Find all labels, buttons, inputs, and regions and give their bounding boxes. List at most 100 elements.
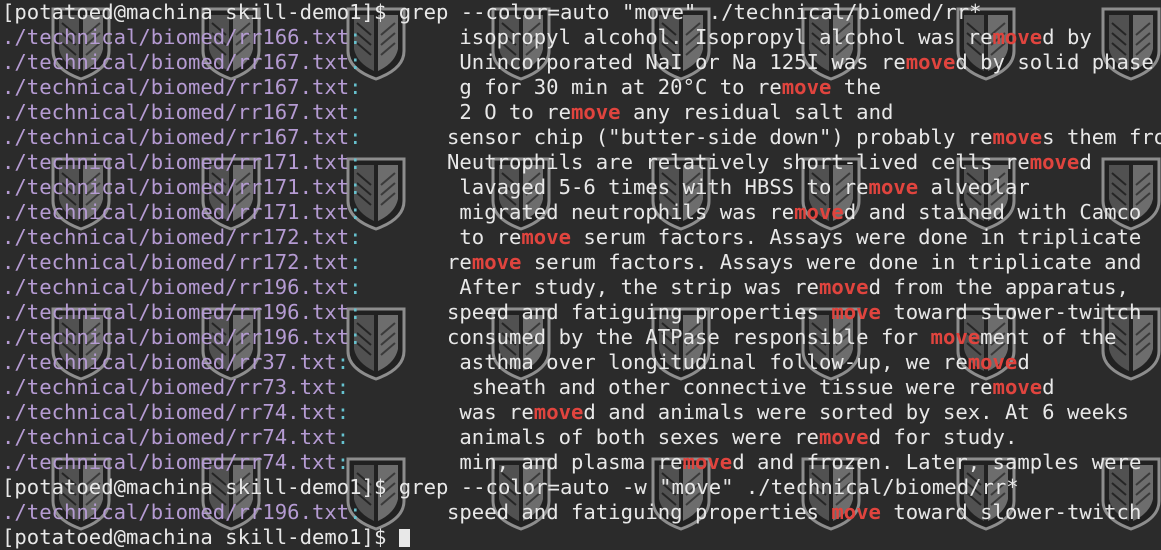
match-highlight: move [781,75,832,99]
result-filename: ./technical/biomed/rr167.txt [2,100,350,124]
grep-result-line: ./technical/biomed/rr73.txt: sheath and o… [2,375,1055,400]
result-text: was removed and animals were sorted by s… [459,400,1129,425]
result-text: Neutrophils are relatively short-lived c… [447,150,1092,175]
text-after-match: d and stained with Camco [843,200,1142,224]
result-filename: ./technical/biomed/rr166.txt [2,25,350,49]
match-highlight: move [868,175,919,199]
result-text: to remove serum factors. Assays were don… [459,225,1141,250]
grep-result-line: ./technical/biomed/rr196.txt: consumed by… [2,325,1117,350]
result-separator: : [349,75,362,99]
match-highlight: move [992,25,1043,49]
command-line: [potatoed@machina skill-demo1]$ grep --c… [2,0,982,25]
text-after-match: d and animals were sorted by sex. At 6 w… [583,400,1129,424]
result-filename: ./technical/biomed/rr73.txt [2,375,337,399]
result-text: min, and plasma removed and frozen. Late… [459,450,1141,475]
result-filename: ./technical/biomed/rr196.txt [2,300,350,324]
text-before-match: lavaged 5-6 times with HBSS to re [459,175,869,199]
text-before-match: After study, the strip was re [459,275,819,299]
text-after-match: serum factors. Assays were done in tripl… [571,225,1142,249]
result-text: sheath and other connective tissue were … [472,375,1055,400]
grep-result-line: ./technical/biomed/rr167.txt: Unincorpora… [2,50,1154,75]
text-before-match: to re [459,225,522,249]
result-separator: : [349,300,362,324]
result-text: After study, the strip was removed from … [459,275,1129,300]
grep-result-line: ./technical/biomed/rr196.txt: speed and f… [2,500,1141,525]
result-filename: ./technical/biomed/rr171.txt [2,150,350,174]
text-before-match: was re [459,400,534,424]
shell-prompt: [potatoed@machina skill-demo1]$ [2,525,399,549]
result-text: g for 30 min at 20°C to remove the [459,75,881,100]
text-after-match: d from the apparatus, [868,275,1129,299]
result-text: speed and fatiguing properties move towa… [447,300,1141,325]
match-highlight: move [1029,150,1080,174]
text-before-match: sensor chip ("butter-side down") probabl… [447,125,993,149]
result-filename: ./technical/biomed/rr167.txt [2,50,350,74]
text-before-match: asthma over longitudinal follow-up, we r… [459,350,968,374]
result-separator: : [349,250,362,274]
prompt-line: [potatoed@machina skill-demo1]$ [2,525,410,550]
text-before-match: 2 O to re [459,100,571,124]
grep-result-line: ./technical/biomed/rr172.txt: to remove s… [2,225,1141,250]
text-after-match: the [831,75,881,99]
text-before-match: min, and plasma re [459,450,683,474]
text-before-match: animals of both sexes were re [459,425,819,449]
grep-result-line: ./technical/biomed/rr171.txt: lavaged 5-6… [2,175,1030,200]
match-highlight: move [831,500,881,524]
match-highlight: move [905,50,956,74]
text-after-match: toward slower-twitch [880,500,1142,524]
result-separator: : [349,200,362,224]
result-separator: : [349,275,362,299]
match-highlight: move [682,450,733,474]
text-before-match: isopropyl alcohol. Isopropyl alcohol was… [459,25,993,49]
match-highlight: move [930,325,981,349]
text-before-match: Neutrophils are relatively short-lived c… [447,150,1030,174]
result-filename: ./technical/biomed/rr172.txt [2,225,350,249]
result-separator: : [349,225,362,249]
result-text: 2 O to remove any residual salt and [459,100,893,125]
text-before-match: migrated neutrophils was re [459,200,795,224]
result-text: speed and fatiguing properties move towa… [447,500,1141,525]
match-highlight: move [818,275,869,299]
grep-result-line: ./technical/biomed/rr167.txt: 2 O to remo… [2,100,893,125]
text-after-match: serum factors. Assays were done in tripl… [521,250,1142,274]
text-before-match: consumed by the ATPase responsible for [447,325,931,349]
text-before-match: speed and fatiguing properties [447,500,832,524]
result-separator: : [336,425,350,449]
match-highlight: move [471,250,522,274]
text-after-match: d for study. [868,425,1018,449]
match-highlight: move [967,350,1018,374]
terminal-window[interactable]: [potatoed@machina skill-demo1]$ grep --c… [0,0,1161,549]
grep-result-line: ./technical/biomed/rr167.txt: sensor chip… [2,125,1161,150]
text-before-match: Unincorporated NaI or Na 125I was re [459,50,906,74]
result-filename: ./technical/biomed/rr172.txt [2,250,350,274]
result-separator: : [349,150,362,174]
text-after-match: d and frozen. Later, samples were [732,450,1142,474]
grep-result-line: ./technical/biomed/rr196.txt: speed and f… [2,300,1141,325]
result-separator: : [349,325,362,349]
result-filename: ./technical/biomed/rr196.txt [2,325,350,349]
grep-result-line: ./technical/biomed/rr196.txt: After study… [2,275,1129,300]
grep-result-line: ./technical/biomed/rr74.txt: was removed … [2,400,1129,425]
result-filename: ./technical/biomed/rr37.txt [2,350,337,374]
grep-result-line: ./technical/biomed/rr172.txt: remove seru… [2,250,1141,275]
result-separator: : [336,400,350,424]
match-highlight: move [570,100,621,124]
grep-result-line: ./technical/biomed/rr171.txt: Neutrophils… [2,150,1092,175]
match-highlight: move [533,400,584,424]
text-after-match: any residual salt and [620,100,894,124]
result-filename: ./technical/biomed/rr196.txt [2,500,350,524]
result-separator: : [336,350,350,374]
grep-result-line: ./technical/biomed/rr74.txt: min, and pla… [2,450,1141,475]
result-filename: ./technical/biomed/rr171.txt [2,175,350,199]
result-separator: : [349,500,362,524]
text-cursor[interactable] [398,529,410,547]
command-line: [potatoed@machina skill-demo1]$ grep --c… [2,475,1019,500]
text-before-match: speed and fatiguing properties [447,300,832,324]
result-text: migrated neutrophils was removed and sta… [459,200,1141,225]
command-text: grep --color=auto -w "move" ./technical/… [398,475,1019,499]
result-separator: : [349,125,362,149]
grep-result-line: ./technical/biomed/rr167.txt: g for 30 mi… [2,75,881,100]
text-after-match: toward slower-twitch [880,300,1142,324]
text-after-match: d [1042,375,1055,399]
command-text: grep --color=auto "move" ./technical/bio… [398,0,982,24]
